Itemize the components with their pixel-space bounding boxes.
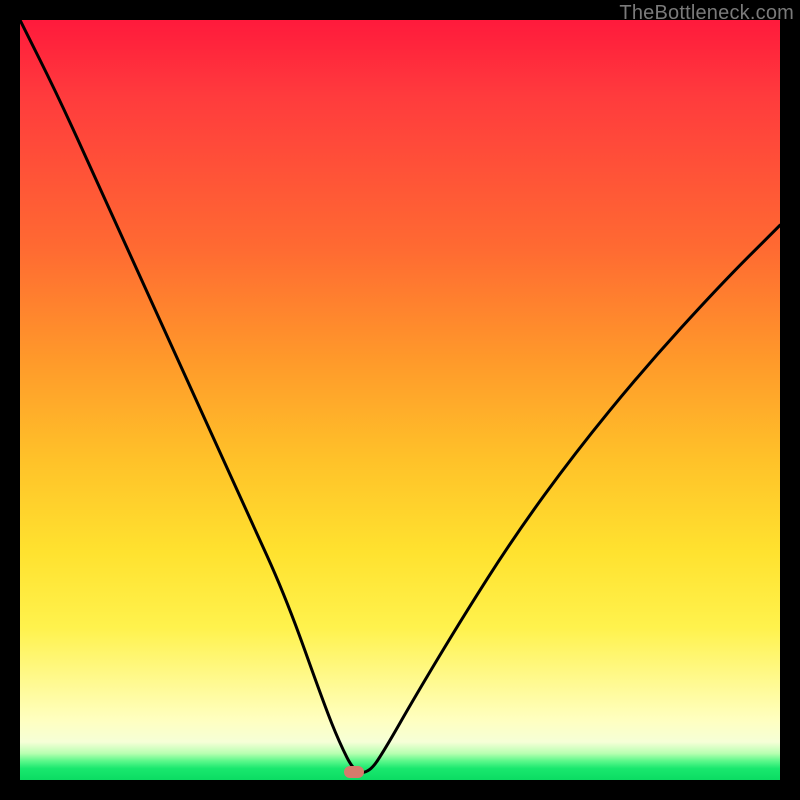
plot-area bbox=[20, 20, 780, 780]
curve-path bbox=[20, 20, 780, 772]
bottleneck-curve bbox=[20, 20, 780, 780]
chart-frame: TheBottleneck.com bbox=[0, 0, 800, 800]
optimum-marker bbox=[344, 766, 364, 778]
